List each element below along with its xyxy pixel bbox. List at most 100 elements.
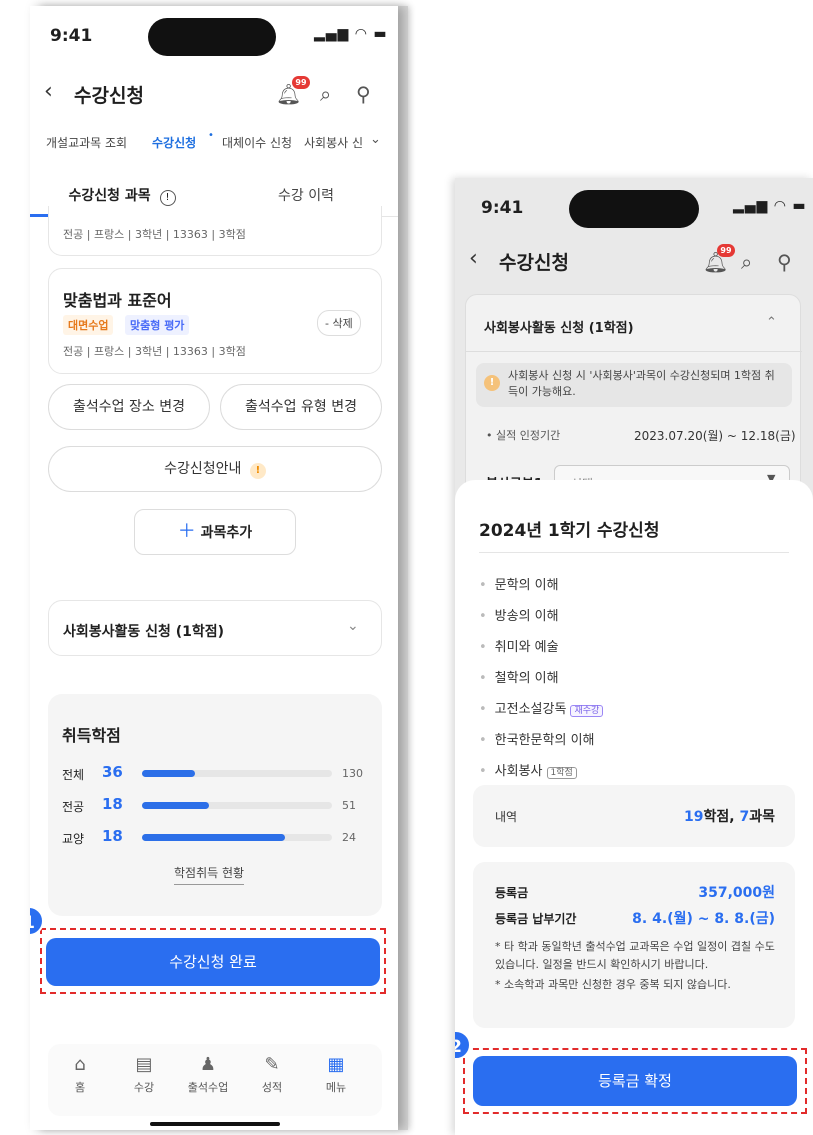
bullet-icon: • xyxy=(479,764,487,779)
credit-value: 18 xyxy=(102,795,123,813)
back-icon[interactable]: ‹ xyxy=(44,79,53,104)
menu-grid-icon: ▦ xyxy=(327,1054,345,1075)
bullet-icon: • xyxy=(479,578,487,593)
dynamic-island xyxy=(569,190,699,228)
course-card: 맞춤법과 표준어 대면수업 맞춤형 평가 - 삭제 전공 | 프랑스 | 3학년… xyxy=(48,268,382,374)
period-label: • 실적 인정기간 xyxy=(486,429,561,442)
search-icon[interactable]: ⌕ xyxy=(741,250,752,274)
credit-max: 51 xyxy=(342,799,356,812)
course-name: 고전소설강독 xyxy=(494,702,567,717)
add-course-label: 과목추가 xyxy=(200,525,253,541)
course-tag: 1학점 xyxy=(546,767,577,779)
nav-home[interactable]: ⌂ 홈 xyxy=(54,1054,106,1095)
home-indicator xyxy=(150,1122,280,1126)
subnav-social-service[interactable]: 사회봉사 신 xyxy=(304,134,374,151)
summary-course-item: • 사회봉사 1학점 xyxy=(479,760,577,779)
subnav-registration[interactable]: 수강신청 xyxy=(152,134,196,151)
credit-bar-track xyxy=(142,770,332,777)
add-course-button[interactable]: ＋ 과목추가 xyxy=(134,509,296,555)
course-name: 취미와 예술 xyxy=(494,640,559,655)
summary-course-item: • 취미와 예술 xyxy=(479,636,559,655)
summary-value: 19학점, 7과목 xyxy=(684,806,775,826)
summary-course-item: • 고전소설강독 재수강 xyxy=(479,698,604,717)
nav-menu-label: 메뉴 xyxy=(325,1081,347,1094)
summary-count-unit: 과목 xyxy=(749,809,775,825)
credits-card: 취득학점 전체 36 130 전공 18 51 교양 18 24 학점취득 현황 xyxy=(48,694,382,916)
nav-menu[interactable]: ▦ 메뉴 xyxy=(310,1054,362,1095)
change-location-button[interactable]: 출석수업 장소 변경 xyxy=(48,384,210,430)
bullet-icon: • xyxy=(479,702,487,717)
tab-courses[interactable]: 수강신청 과목 ! xyxy=(30,185,214,206)
course-name: 문학의 이해 xyxy=(494,578,559,593)
course-name: 맞춤법과 표준어 xyxy=(63,291,172,310)
social-service-section: 사회봉사활동 신청 (1학점) ⌃ ! 사회봉사 신청 시 '사회봉사'과목이 … xyxy=(465,294,802,501)
profile-icon[interactable]: ⚲ xyxy=(777,250,792,274)
subnav-courses-lookup[interactable]: 개설교과목 조회 xyxy=(46,134,127,151)
dynamic-island xyxy=(148,18,276,56)
confirm-sheet: 2024년 1학기 수강신청 • 문학의 이해 • 방송의 이해 • 취미와 예술 • 철학의… xyxy=(455,480,813,1135)
nav-courses-label: 수강 xyxy=(133,1081,155,1094)
delete-button[interactable]: - 삭제 xyxy=(317,310,361,336)
course-meta: 전공 | 프랑스 | 3학년 | 13363 | 3학점 xyxy=(63,345,246,358)
course-card-prev: 전공 | 프랑스 | 3학년 | 13363 | 3학점 xyxy=(48,206,382,256)
change-type-button[interactable]: 출석수업 유형 변경 xyxy=(220,384,382,430)
notification-badge: 99 xyxy=(292,76,310,89)
nav-attendance[interactable]: ♟ 출석수업 xyxy=(182,1054,234,1095)
bottom-nav: ⌂ 홈 ▤ 수강 ♟ 출석수업 ✎ 성적 ▦ 메뉴 xyxy=(48,1044,382,1116)
summary-box: 내역 19학점, 7과목 xyxy=(473,785,795,847)
back-icon[interactable]: ‹ xyxy=(469,246,478,271)
left-phone-screen: 9:41 ▂▄▆ ◠ ▬ ‹ 수강신청 🔔︎ 99 ⌕ ⚲ 개설교과목 조회 수… xyxy=(30,6,398,1130)
note-1: * 타 학과 동일학년 출석수업 교과목은 수업 일정이 겹칠 수도 있습니다.… xyxy=(495,940,775,971)
nav-courses[interactable]: ▤ 수강 xyxy=(118,1054,170,1095)
fee-label: 등록금 xyxy=(495,886,529,900)
nav-grades[interactable]: ✎ 성적 xyxy=(246,1054,298,1095)
complete-registration-button[interactable]: 수강신청 완료 xyxy=(46,938,380,986)
social-service-accordion[interactable]: 사회봉사활동 신청 (1학점) ⌄ xyxy=(48,600,382,656)
payment-period-value: 8. 4.(월) ~ 8. 8.(금) xyxy=(632,911,775,927)
social-section-title: 사회봉사활동 신청 (1학점) xyxy=(484,321,634,336)
tab-history[interactable]: 수강 이력 xyxy=(214,185,398,205)
divider xyxy=(479,552,789,553)
warning-icon: ! xyxy=(484,375,500,391)
registration-guide-button[interactable]: 수강신청안내 ! xyxy=(48,446,382,492)
page-title: 수강신청 xyxy=(499,252,569,274)
summary-label: 내역 xyxy=(495,810,518,824)
chevron-up-icon[interactable]: ⌃ xyxy=(766,315,777,330)
summary-credits-unit: 학점, xyxy=(703,809,740,825)
subnav-substitute[interactable]: 대체이수 신청 xyxy=(222,134,292,151)
confirm-fee-button[interactable]: 등록금 확정 xyxy=(473,1056,797,1106)
course-name: 사회봉사 xyxy=(494,764,543,779)
status-time: 9:41 xyxy=(481,198,524,218)
bullet-icon: • xyxy=(479,640,487,655)
credit-value: 36 xyxy=(102,763,123,781)
status-icons: ▂▄▆ ◠ ▬ xyxy=(314,26,388,42)
chevron-down-icon[interactable]: ⌄ xyxy=(347,618,359,634)
info-icon[interactable]: ! xyxy=(159,190,176,206)
sheet-title: 2024년 1학기 수강신청 xyxy=(479,521,660,541)
search-icon[interactable]: ⌕ xyxy=(320,82,331,106)
note-2: * 소속학과 과목만 신청한 경우 중복 되지 않습니다. xyxy=(495,978,731,991)
course-meta: 전공 | 프랑스 | 3학년 | 13363 | 3학점 xyxy=(63,228,246,241)
credit-value: 18 xyxy=(102,827,123,845)
profile-icon[interactable]: ⚲ xyxy=(356,82,371,106)
warning-icon: ! xyxy=(249,463,266,479)
fee-value: 357,000원 xyxy=(698,885,775,901)
credit-status-link[interactable]: 학점취득 현황 xyxy=(174,864,245,885)
plus-icon: ＋ xyxy=(177,521,196,542)
credit-row: 전체 36 130 xyxy=(62,763,368,784)
fee-box: 등록금 357,000원 등록금 납부기간 8. 4.(월) ~ 8. 8.(금… xyxy=(473,862,795,1028)
credits-title: 취득학점 xyxy=(62,726,121,745)
chevron-down-icon[interactable]: ⌄ xyxy=(370,132,381,147)
home-icon: ⌂ xyxy=(74,1054,86,1075)
page-title: 수강신청 xyxy=(74,85,144,107)
credit-bar-track xyxy=(142,834,332,841)
notice-box: ! 사회봉사 신청 시 '사회봉사'과목이 수강신청되며 1학점 취득이 가능해… xyxy=(476,363,792,407)
nav-attendance-label: 출석수업 xyxy=(187,1081,229,1094)
credit-label: 교양 xyxy=(62,832,85,846)
summary-course-item: • 한국한문학의 이해 xyxy=(479,729,594,748)
divider xyxy=(466,351,802,352)
status-time: 9:41 xyxy=(50,26,93,46)
bullet-icon: • xyxy=(479,609,487,624)
summary-course-item: • 방송의 이해 xyxy=(479,605,559,624)
period-value: 2023.07.20(월) ~ 12.18(금) xyxy=(634,429,796,443)
